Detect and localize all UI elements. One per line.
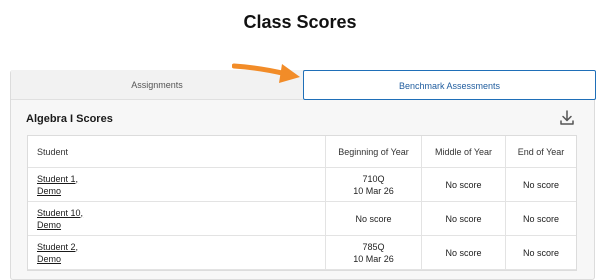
- student-cell: Student 2, Demo: [28, 236, 325, 269]
- score-cell-eoy: No score: [505, 236, 576, 269]
- score-cell-boy: 710Q 10 Mar 26: [325, 168, 421, 201]
- score-value: 785Q: [362, 241, 385, 252]
- score-value: 710Q: [362, 173, 385, 184]
- table-row: Student 2, Demo 785Q 10 Mar 26 No score …: [28, 236, 576, 270]
- score-date: 10 Mar 26: [353, 185, 394, 196]
- score-cell-eoy: No score: [505, 168, 576, 201]
- scores-table: Student Beginning of Year Middle of Year…: [27, 135, 577, 271]
- table-row: Student 10, Demo No score No score No sc…: [28, 202, 576, 236]
- score-cell-moy: No score: [421, 236, 505, 269]
- score-date: 10 Mar 26: [353, 253, 394, 264]
- score-cell-boy: No score: [325, 202, 421, 235]
- score-cell-boy: 785Q 10 Mar 26: [325, 236, 421, 269]
- tab-benchmark-assessments[interactable]: Benchmark Assessments: [303, 70, 596, 100]
- score-cell-moy: No score: [421, 202, 505, 235]
- table-row: Student 1, Demo 710Q 10 Mar 26 No score …: [28, 168, 576, 202]
- table-header-row: Student Beginning of Year Middle of Year…: [28, 136, 576, 168]
- score-cell-moy: No score: [421, 168, 505, 201]
- student-cell: Student 10, Demo: [28, 202, 325, 235]
- student-name-line: Demo: [37, 219, 62, 230]
- student-name-line: Demo: [37, 253, 62, 264]
- student-name-line: Student 1,: [37, 173, 79, 184]
- student-link[interactable]: Student 1, Demo: [37, 173, 78, 197]
- student-link[interactable]: Student 10, Demo: [37, 207, 83, 231]
- student-cell: Student 1, Demo: [28, 168, 325, 201]
- orange-arrow-icon: [232, 63, 300, 83]
- student-name-line: Student 10,: [37, 207, 84, 218]
- score-cell-eoy: No score: [505, 202, 576, 235]
- download-icon[interactable]: [558, 109, 576, 127]
- student-link[interactable]: Student 2, Demo: [37, 241, 78, 265]
- student-name-line: Student 2,: [37, 241, 79, 252]
- section-title: Algebra I Scores: [26, 113, 113, 125]
- column-header-end-of-year: End of Year: [505, 136, 576, 167]
- student-name-line: Demo: [37, 185, 62, 196]
- column-header-beginning-of-year: Beginning of Year: [325, 136, 421, 167]
- score-value: No score: [355, 213, 392, 224]
- column-header-student: Student: [37, 146, 69, 157]
- column-header-middle-of-year: Middle of Year: [421, 136, 505, 167]
- page-title: Class Scores: [243, 12, 357, 32]
